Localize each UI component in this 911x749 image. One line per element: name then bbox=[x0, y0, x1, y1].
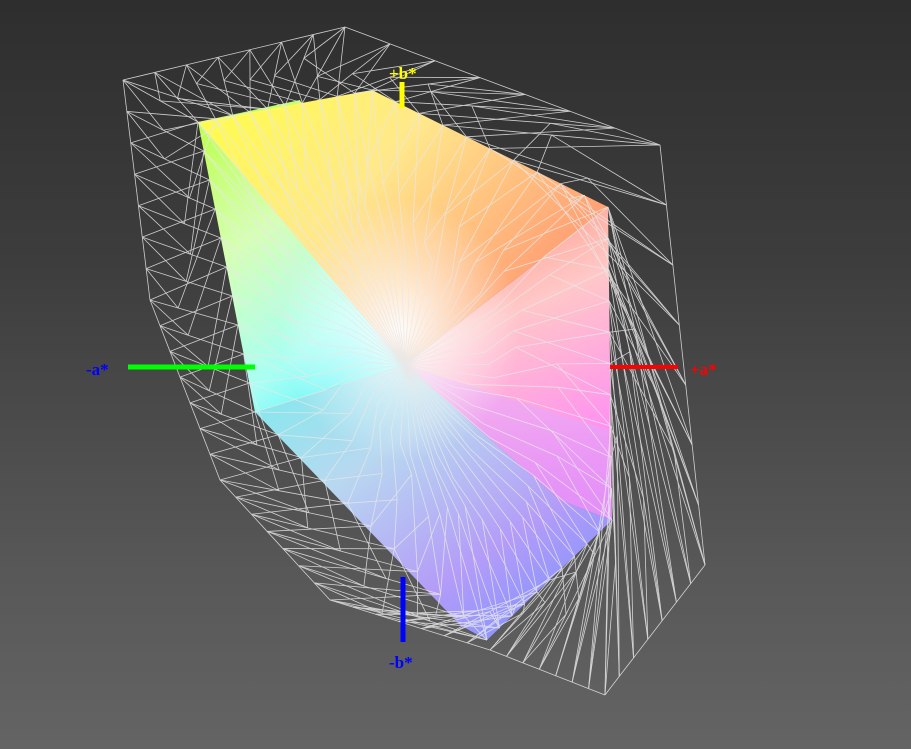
solid-white-point bbox=[280, 200, 520, 460]
neg-b-label: -b* bbox=[389, 653, 413, 672]
pos-a-label: +a* bbox=[690, 360, 717, 379]
pos-b-label: +b* bbox=[389, 64, 417, 83]
neg-a-label: -a* bbox=[86, 360, 109, 379]
gamut-3d-view: +b* -a* +a* -b* bbox=[86, 26, 717, 696]
